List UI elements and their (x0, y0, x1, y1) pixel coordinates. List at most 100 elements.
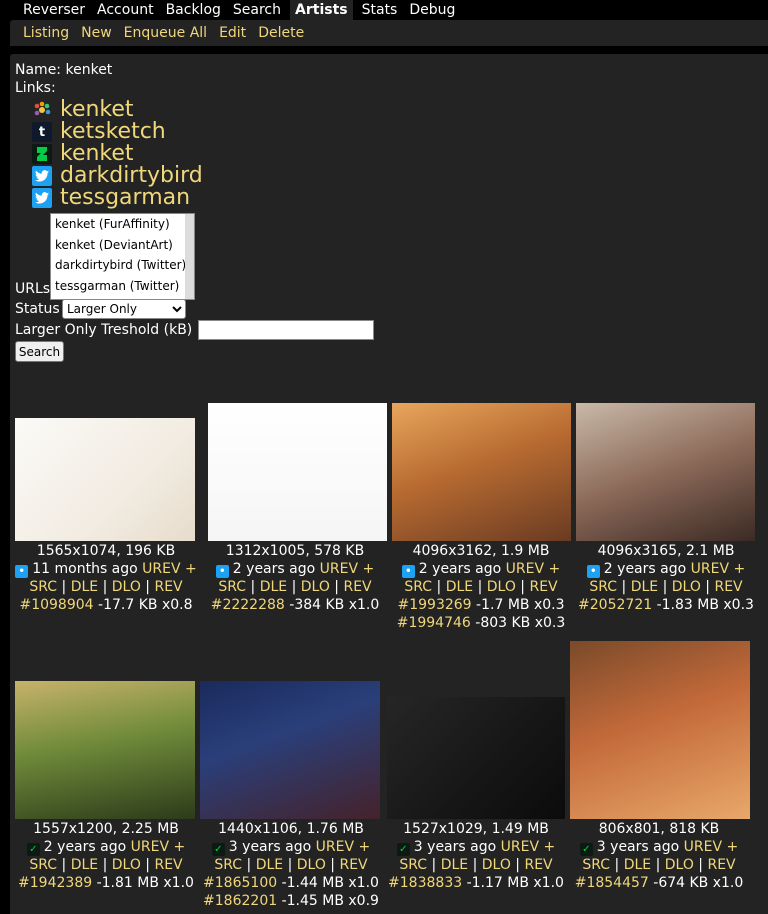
action-rev-link[interactable]: REV (339, 857, 367, 873)
match-id-link[interactable]: #1854457 (575, 875, 649, 891)
match-id-link[interactable]: #2052721 (578, 597, 652, 613)
action-src-link[interactable]: SRC (582, 857, 610, 873)
match-id-link[interactable]: #2222288 (211, 597, 285, 613)
urev-link[interactable]: UREV + (501, 839, 556, 855)
nav-backlog[interactable]: Backlog (163, 0, 224, 20)
nav-account[interactable]: Account (94, 0, 157, 20)
action-src-link[interactable]: SRC (214, 857, 242, 873)
action-src-link[interactable]: SRC (218, 579, 246, 595)
nav-artists[interactable]: Artists (290, 0, 353, 20)
subnav-enqueue-all[interactable]: Enqueue All (124, 25, 207, 41)
urev-link[interactable]: UREV + (142, 561, 197, 577)
separator: | (510, 857, 525, 873)
result-thumbnail[interactable] (387, 697, 565, 819)
urev-link[interactable]: UREV + (131, 839, 186, 855)
listbox-option[interactable]: tessgarman (Twitter) (51, 276, 194, 297)
result-match: #1098904 -17.7 KB x0.8 (15, 596, 197, 614)
action-rev-link[interactable]: REV (529, 579, 557, 595)
action-dlo-link[interactable]: DLO (112, 579, 141, 595)
result-dimensions: 806x801, 818 KB (598, 821, 720, 837)
result-age: 3 years ago (596, 839, 680, 855)
action-dlo-link[interactable]: DLO (297, 857, 326, 873)
match-id-link[interactable]: #1865100 (203, 875, 277, 891)
action-rev-link[interactable]: REV (154, 857, 182, 873)
threshold-label: Larger Only Treshold (kB) (15, 322, 193, 338)
link-tessgarman-twitter[interactable]: tessgarman (60, 187, 190, 209)
artist-name-row: Name: kenket (15, 62, 112, 78)
match-id-link[interactable]: #1098904 (19, 597, 93, 613)
result-dimensions: 1527x1029, 1.49 MB (403, 821, 549, 837)
link-row-twitter-1: darkdirtybird (32, 165, 203, 187)
link-darkdirtybird-twitter[interactable]: darkdirtybird (60, 165, 203, 187)
action-dlo-link[interactable]: DLO (482, 857, 511, 873)
separator: | (246, 579, 260, 595)
action-src-link[interactable]: SRC (589, 579, 617, 595)
result-thumbnail[interactable] (570, 641, 750, 819)
action-dle-link[interactable]: DLE (256, 857, 283, 873)
listbox-option[interactable]: kenket (FurAffinity) (51, 214, 194, 235)
subnav-new[interactable]: New (81, 25, 112, 41)
action-dlo-link[interactable]: DLO (301, 579, 330, 595)
action-rev-link[interactable]: REV (154, 579, 182, 595)
action-dle-link[interactable]: DLE (71, 579, 98, 595)
nav-debug[interactable]: Debug (406, 0, 458, 20)
action-src-link[interactable]: SRC (29, 857, 57, 873)
match-id-link[interactable]: #1994746 (397, 615, 471, 631)
action-rev-link[interactable]: REV (714, 579, 742, 595)
result-thumbnail[interactable] (15, 681, 195, 819)
action-src-link[interactable]: SRC (404, 579, 432, 595)
action-dle-link[interactable]: DLE (631, 579, 658, 595)
nav-search[interactable]: Search (230, 0, 284, 20)
url-listbox[interactable]: kenket (FurAffinity) kenket (DeviantArt)… (50, 213, 195, 300)
link-ketsketch-tumblr[interactable]: ketsketch (60, 121, 166, 143)
match-diff: -17.7 KB x0.8 (98, 597, 193, 613)
action-src-link[interactable]: SRC (399, 857, 427, 873)
result-thumbnail[interactable] (576, 403, 755, 541)
action-rev-link[interactable]: REV (343, 579, 371, 595)
result-thumbnail[interactable] (392, 403, 571, 541)
subnav-edit[interactable]: Edit (219, 25, 246, 41)
action-rev-link[interactable]: REV (524, 857, 552, 873)
action-dle-link[interactable]: DLE (71, 857, 98, 873)
action-src-link[interactable]: SRC (29, 579, 57, 595)
result-thumbnail[interactable] (208, 403, 387, 541)
action-dle-link[interactable]: DLE (441, 857, 468, 873)
action-dle-link[interactable]: DLE (260, 579, 287, 595)
action-dle-link[interactable]: DLE (446, 579, 473, 595)
separator: | (658, 579, 672, 595)
link-kenket-deviantart[interactable]: kenket (60, 143, 134, 165)
listbox-option[interactable]: kenket (DeviantArt) (51, 235, 194, 256)
match-id-link[interactable]: #1862201 (203, 893, 277, 909)
twitter-icon: • (215, 565, 229, 578)
artist-links: kenket t ketsketch kenket darkdirtybird … (32, 99, 203, 209)
action-dle-link[interactable]: DLE (624, 857, 651, 873)
nav-stats[interactable]: Stats (359, 0, 401, 20)
nav-reverser[interactable]: Reverser (20, 0, 88, 20)
listbox-option[interactable]: darkdirtybird (Twitter) (51, 255, 194, 276)
match-id-link[interactable]: #1993269 (398, 597, 472, 613)
urev-link[interactable]: UREV + (684, 839, 739, 855)
result-source-line: ✓ 2 years ago UREV + (15, 838, 197, 856)
subnav-listing[interactable]: Listing (23, 25, 69, 41)
action-dlo-link[interactable]: DLO (672, 579, 701, 595)
separator: | (617, 579, 631, 595)
urev-link[interactable]: UREV + (506, 561, 561, 577)
subnav-delete[interactable]: Delete (258, 25, 304, 41)
urev-link[interactable]: UREV + (320, 561, 375, 577)
result-actions: SRC | DLE | DLO | REV (203, 578, 387, 596)
urev-link[interactable]: UREV + (316, 839, 371, 855)
link-kenket-furaffinity[interactable]: kenket (60, 99, 134, 121)
listbox-scrollbar[interactable] (185, 214, 194, 299)
match-id-link[interactable]: #1942389 (18, 875, 92, 891)
result-thumbnail[interactable] (15, 418, 195, 541)
search-button[interactable]: Search (15, 341, 64, 362)
status-select[interactable]: Larger Only (62, 299, 186, 319)
threshold-input[interactable] (198, 320, 374, 340)
action-dlo-link[interactable]: DLO (487, 579, 516, 595)
action-rev-link[interactable]: REV (707, 857, 735, 873)
result-thumbnail[interactable] (200, 681, 380, 819)
urev-link[interactable]: UREV + (691, 561, 746, 577)
match-id-link[interactable]: #1838833 (388, 875, 462, 891)
action-dlo-link[interactable]: DLO (112, 857, 141, 873)
action-dlo-link[interactable]: DLO (665, 857, 694, 873)
